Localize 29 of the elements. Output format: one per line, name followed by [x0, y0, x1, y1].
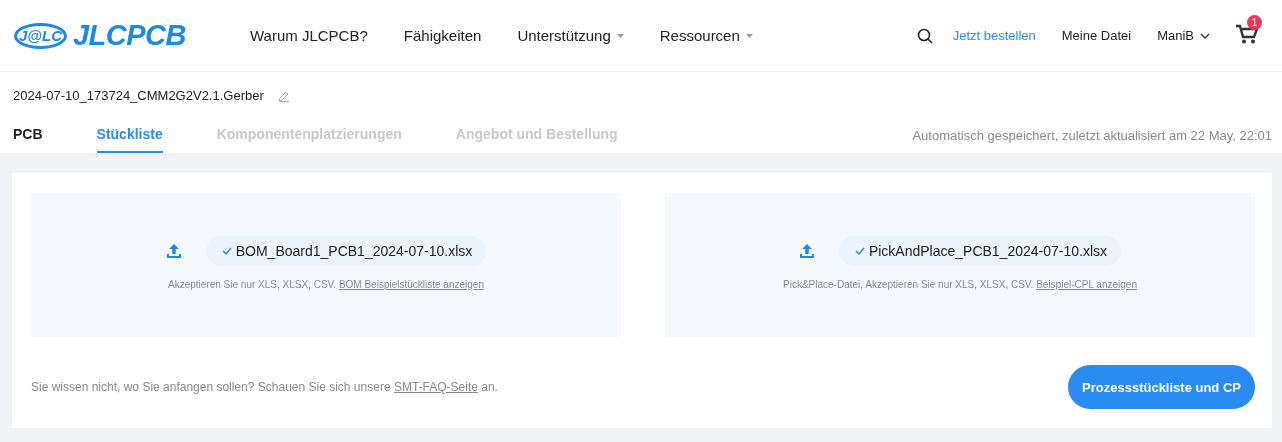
hint-text: Akzeptieren Sie nur XLS, XLSX, CSV. BOM Beispielstückliste anzeigen: [168, 279, 484, 290]
help-text: Sie wissen nicht, wo Sie anfangen sollen? Schauen Sie sich unsere SMT-FAQ-Seite an.: [31, 380, 498, 394]
search-icon[interactable]: [916, 27, 933, 44]
upload-icon: [165, 243, 182, 259]
file-name: PickAndPlace_PCB1_2024-07-10.xlsx: [868, 243, 1108, 259]
logo-badge[interactable]: J@LC: [14, 22, 67, 49]
logo-text[interactable]: JLCPCB: [72, 19, 186, 52]
nav-item[interactable]: Warum JLCPCB?: [250, 27, 368, 44]
autosave-status: Automatisch gespeichert, zuletzt aktualisiert am 22 May, 22:01: [912, 127, 1272, 145]
caret-icon: [616, 33, 624, 38]
chevron-down-icon: [1200, 32, 1210, 39]
order-link[interactable]: Jetzt bestellen: [952, 28, 1036, 43]
file-name: 2024-07-10_173724_CMM2G2V2.1.Gerber: [13, 88, 264, 103]
faq-link[interactable]: SMT-FAQ-Seite: [393, 380, 478, 394]
user-menu[interactable]: ManiB: [1157, 28, 1210, 43]
upload-area[interactable]: BOM_Board1_PCB1_2024-07-10.xlsx Akzeptieren Sie nur XLS, XLSX, CSV. BOM Beispielstückliste anzeigen: [31, 193, 621, 337]
my-files-link[interactable]: Meine Datei: [1061, 28, 1132, 43]
nav-item[interactable]: Unterstützung: [517, 27, 624, 44]
tab[interactable]: PCB: [13, 126, 43, 153]
hint-text: Pick&Place-Datei, Akzeptieren Sie nur XLS, XLSX, CSV. Beispiel-CPL anzeigen: [783, 279, 1137, 290]
file-name: BOM_Board1_PCB1_2024-07-10.xlsx: [235, 243, 473, 259]
upload-icon: [798, 243, 815, 259]
upload-area[interactable]: PickAndPlace_PCB1_2024-07-10.xlsx Pick&Place-Datei, Akzeptieren Sie nur XLS, XLSX, CSV. Beispiel-CPL anzeigen: [665, 193, 1255, 337]
nav-item[interactable]: Fähigkeiten: [403, 27, 482, 44]
file-chip[interactable]: BOM_Board1_PCB1_2024-07-10.xlsx: [205, 236, 487, 266]
nav-item[interactable]: Ressourcen: [659, 27, 753, 44]
caret-icon: [745, 33, 753, 38]
file-chip[interactable]: PickAndPlace_PCB1_2024-07-10.xlsx: [838, 236, 1122, 266]
cart-count-badge: 1: [1247, 14, 1262, 30]
